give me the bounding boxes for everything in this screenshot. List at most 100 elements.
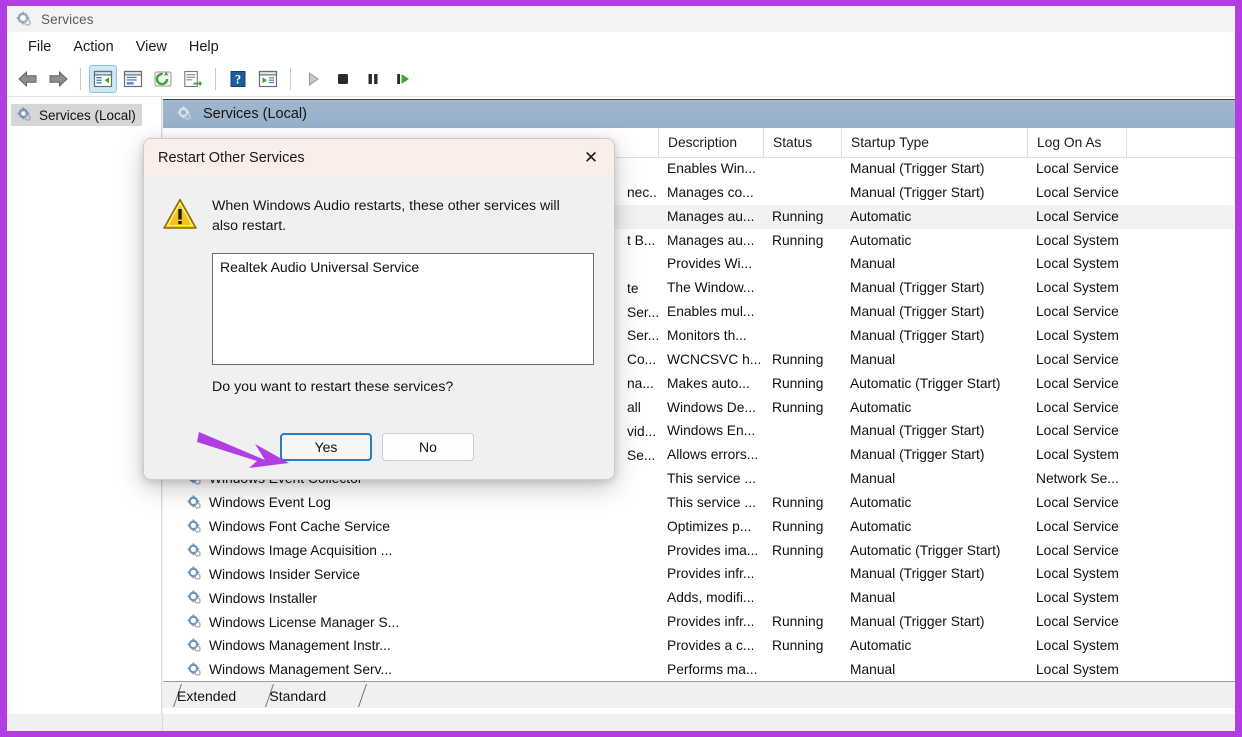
services-gear-icon — [16, 11, 32, 27]
service-name-clipped: t B... — [627, 232, 656, 248]
cell-startup: Automatic (Trigger Start) — [850, 375, 1001, 391]
restart-service-icon[interactable] — [389, 65, 417, 93]
stop-service-icon[interactable] — [329, 65, 357, 93]
cell-startup: Automatic — [850, 399, 912, 415]
cell-status: Running — [772, 518, 824, 534]
tab-standard[interactable]: Standard — [255, 683, 332, 708]
table-row[interactable]: Windows Event Log This service ... Running… — [163, 491, 1235, 515]
services-window: Services File Action View Help ? Service… — [0, 0, 1242, 737]
cell-description: Monitors th... — [667, 327, 747, 343]
affected-services-listbox[interactable]: Realtek Audio Universal Service — [212, 253, 594, 365]
menu-item-action[interactable]: Action — [62, 36, 124, 58]
cell-startup: Manual — [850, 661, 896, 677]
services-gear-icon — [177, 106, 193, 122]
cell-logon: Local Service — [1036, 208, 1119, 224]
no-button[interactable]: No — [382, 433, 474, 461]
cell-status — [763, 419, 841, 443]
service-name-clipped: vid... — [627, 423, 657, 439]
cell-status — [763, 443, 841, 467]
cell-startup: Automatic (Trigger Start) — [850, 542, 1001, 558]
cell-description: Enables mul... — [667, 304, 755, 320]
close-icon[interactable]: ✕ — [572, 141, 610, 175]
dialog-body: When Windows Audio restarts, these other… — [144, 177, 614, 479]
cell-description: Performs ma... — [667, 661, 758, 677]
cell-startup: Manual (Trigger Start) — [850, 161, 985, 176]
table-row[interactable]: Windows Font Cache Service Optimizes p...… — [163, 515, 1235, 539]
table-row[interactable]: Windows Image Acquisition ... Provides im… — [163, 539, 1235, 563]
cell-startup: Manual — [850, 256, 896, 272]
cell-logon: Local Service — [1036, 351, 1119, 367]
table-row[interactable]: Windows Insider Service Provides infr... M… — [163, 562, 1235, 586]
cell-description: Adds, modifi... — [667, 590, 755, 606]
tab-extended[interactable]: Extended — [163, 683, 242, 708]
cell-name: Windows Management Instr... — [163, 634, 658, 658]
cell-name: Windows Font Cache Service — [163, 515, 658, 539]
show-hide-action-pane-icon[interactable] — [254, 65, 282, 93]
service-name: Windows Insider Service — [209, 566, 361, 582]
services-gear-icon — [17, 107, 33, 123]
cell-name: Windows Management Serv... — [163, 658, 658, 682]
cell-status — [763, 181, 841, 205]
cell-logon: Local Service — [1036, 161, 1119, 176]
cell-status — [763, 467, 841, 491]
pause-service-icon[interactable] — [359, 65, 387, 93]
cell-description: Provides ima... — [667, 542, 759, 558]
table-row[interactable]: Windows Management Serv... Performs ma...… — [163, 658, 1235, 682]
cell-startup: Automatic — [850, 518, 912, 534]
cell-logon: Local System — [1036, 638, 1119, 653]
column-header-startup[interactable]: Startup Type — [841, 128, 1027, 157]
pane-header-title: Services (Local) — [203, 106, 307, 122]
back-icon[interactable] — [14, 65, 42, 93]
menu-item-help[interactable]: Help — [178, 36, 230, 58]
cell-status: Running — [772, 542, 824, 558]
table-row[interactable]: Windows License Manager S... Provides inf… — [163, 610, 1235, 634]
services-gear-icon — [187, 638, 203, 654]
warning-triangle-icon — [162, 197, 198, 231]
cell-logon: Local System — [1036, 447, 1119, 463]
service-name-clipped: Ser... — [627, 304, 658, 320]
start-service-icon[interactable] — [299, 65, 327, 93]
dialog-message: When Windows Audio restarts, these other… — [212, 198, 560, 234]
cell-logon: Local System — [1036, 280, 1119, 296]
cell-description: The Window... — [667, 280, 755, 296]
services-gear-icon — [187, 495, 203, 511]
status-bar — [7, 714, 1235, 731]
column-header-description[interactable]: Description — [658, 128, 763, 157]
table-row[interactable]: Windows Installer Adds, modifi... Manual Lo… — [163, 586, 1235, 610]
cell-logon: Local System — [1036, 590, 1119, 606]
cell-status — [763, 157, 841, 181]
cell-startup: Manual (Trigger Start) — [850, 447, 985, 463]
properties-icon[interactable] — [119, 65, 147, 93]
cell-logon: Local System — [1036, 566, 1119, 582]
help-icon[interactable]: ? — [224, 65, 252, 93]
restart-other-services-dialog: Restart Other Services ✕ When Windows Au… — [143, 138, 615, 480]
sidebar-item-services-local[interactable]: Services (Local) — [11, 104, 142, 126]
cell-logon: Local Service — [1036, 518, 1119, 534]
menu-item-view[interactable]: View — [125, 36, 178, 58]
cell-status — [763, 586, 841, 610]
show-hide-console-tree-icon[interactable] — [89, 64, 117, 93]
column-header-logon[interactable]: Log On As — [1027, 128, 1126, 157]
export-list-icon[interactable] — [179, 65, 207, 93]
tab-divider — [343, 684, 367, 707]
cell-startup: Manual (Trigger Start) — [850, 184, 985, 200]
menu-item-file[interactable]: File — [17, 36, 62, 58]
cell-startup: Manual (Trigger Start) — [850, 423, 985, 439]
service-name-clipped: na... — [627, 376, 654, 392]
column-header-status[interactable]: Status — [763, 128, 841, 157]
refresh-icon[interactable] — [149, 65, 177, 93]
services-gear-icon — [187, 566, 203, 582]
cell-name: Windows Event Log — [163, 491, 658, 515]
cell-logon: Local Service — [1036, 614, 1119, 630]
cell-description: Provides Wi... — [667, 256, 753, 272]
yes-button[interactable]: Yes — [280, 433, 372, 461]
cell-startup: Manual (Trigger Start) — [850, 614, 985, 630]
cell-logon: Local Service — [1036, 494, 1119, 510]
cell-description: Manages au... — [667, 232, 755, 248]
window-titlebar: Services — [7, 6, 1235, 32]
cell-description: Windows En... — [667, 423, 756, 439]
cell-logon: Local Service — [1036, 375, 1119, 391]
forward-icon[interactable] — [44, 65, 72, 93]
dialog-button-row: Yes No — [280, 433, 474, 461]
table-row[interactable]: Windows Management Instr... Provides a c.… — [163, 634, 1235, 658]
